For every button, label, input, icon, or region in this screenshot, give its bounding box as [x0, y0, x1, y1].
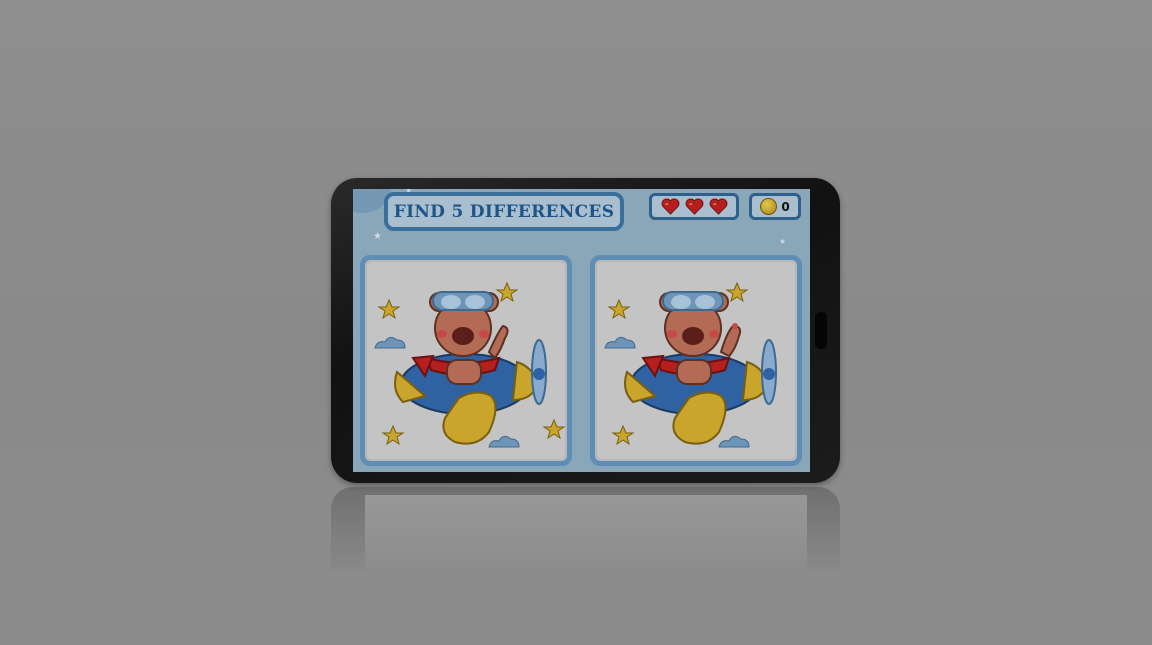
star-icon	[377, 298, 401, 320]
cloud-icon	[374, 336, 406, 349]
tablet-device: ★ ★ ★ FIND 5 DIFFERENCES 0	[331, 178, 840, 483]
star-icon	[611, 424, 635, 446]
game-screen: ★ ★ ★ FIND 5 DIFFERENCES 0	[353, 189, 810, 472]
cloud-icon	[604, 336, 636, 349]
star-icon	[607, 298, 631, 320]
left-picture-panel[interactable]	[360, 255, 572, 466]
tablet-side-button	[815, 312, 827, 349]
game-title: FIND 5 DIFFERENCES	[393, 201, 615, 222]
tablet-reflection	[331, 487, 840, 572]
left-picture[interactable]	[367, 262, 565, 459]
right-picture-panel[interactable]	[590, 255, 802, 466]
title-banner: FIND 5 DIFFERENCES	[384, 192, 624, 231]
cloud-icon	[488, 435, 520, 448]
star-icon	[495, 281, 519, 303]
coin-icon	[760, 198, 778, 215]
cloud-icon	[718, 435, 750, 448]
star-icon	[725, 281, 749, 303]
bear-airplane-illustration	[604, 281, 777, 448]
lives-counter	[649, 193, 739, 220]
heart-icon	[661, 198, 679, 215]
sparkle-icon: ★	[779, 237, 787, 246]
coin-count: 0	[781, 199, 790, 214]
heart-icon	[685, 198, 703, 215]
right-picture[interactable]	[597, 262, 795, 459]
heart-icon	[709, 198, 727, 215]
bear-airplane-illustration	[374, 281, 565, 448]
sparkle-icon: ★	[373, 231, 382, 242]
star-icon	[381, 424, 405, 446]
star-icon	[542, 418, 565, 440]
coin-counter: 0	[749, 193, 801, 220]
